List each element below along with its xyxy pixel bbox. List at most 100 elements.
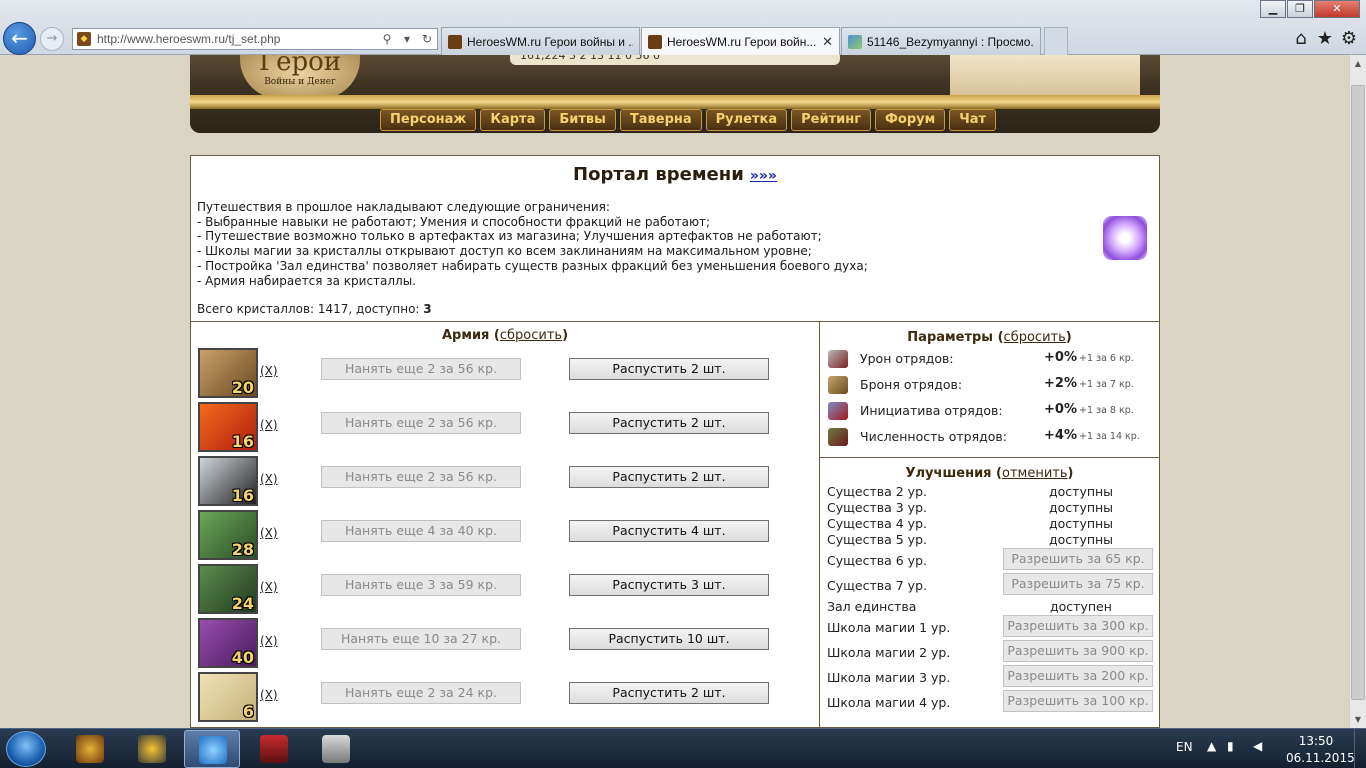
param-step: +1 за 14 кр.: [1079, 431, 1140, 442]
params-reset-link[interactable]: сбросить: [1004, 330, 1066, 345]
remove-unit-link[interactable]: (X): [260, 364, 278, 378]
page-title: Портал времени »»»: [191, 164, 1159, 185]
portal-more-link[interactable]: »»»: [750, 168, 777, 184]
allow-upgrade-button[interactable]: Разрешить за 100 кр.: [1003, 690, 1153, 712]
taskbar-app-game[interactable]: [62, 730, 118, 768]
upgrade-status: доступен: [1050, 599, 1112, 614]
allow-upgrade-button[interactable]: Разрешить за 200 кр.: [1003, 665, 1153, 687]
hire-button[interactable]: Нанять еще 2 за 56 кр.: [321, 358, 521, 380]
param-row[interactable]: Численность отрядов: +4% +1 за 14 кр.: [828, 426, 1153, 448]
forward-button[interactable]: →: [40, 27, 64, 51]
favorites-star-icon[interactable]: ★: [1314, 28, 1336, 50]
taskbar-app-ie[interactable]: [184, 730, 240, 768]
network-signal-icon[interactable]: ▮: [1227, 739, 1234, 753]
resources-bar: 161,224 3 2 13 11 0 56 0: [510, 55, 840, 65]
start-button[interactable]: [6, 731, 46, 767]
taskbar-app-calculator[interactable]: [308, 730, 364, 768]
allow-upgrade-button[interactable]: Разрешить за 300 кр.: [1003, 615, 1153, 637]
allow-upgrade-button[interactable]: Разрешить за 75 кр.: [1003, 573, 1153, 595]
nav-map[interactable]: Карта: [480, 109, 546, 131]
allow-upgrade-button[interactable]: Разрешить за 900 кр.: [1003, 640, 1153, 662]
unit-portrait: 24: [198, 564, 258, 614]
home-icon[interactable]: ⌂: [1290, 28, 1312, 50]
dropdown-arrow-icon[interactable]: ▾: [397, 32, 417, 46]
army-unit-row: 24 (X) Нанять еще 3 за 59 кр. Распустить…: [198, 564, 818, 614]
restriction-line: - Школы магии за кристаллы открывают дос…: [197, 244, 812, 259]
vertical-scrollbar[interactable]: ▲ ▼: [1349, 55, 1366, 728]
show-desktop-button[interactable]: [1354, 729, 1366, 768]
close-window-button[interactable]: ✕: [1314, 0, 1360, 18]
scroll-thumb[interactable]: [1351, 85, 1365, 700]
nav-tavern[interactable]: Таверна: [619, 109, 702, 131]
scroll-down-icon[interactable]: ▼: [1350, 711, 1366, 728]
taskbar-app-daemon[interactable]: [124, 730, 180, 768]
clock-time[interactable]: 13:50: [1286, 734, 1346, 748]
army-reset-link[interactable]: сбросить: [500, 328, 562, 343]
new-tab-button[interactable]: [1044, 27, 1068, 55]
hire-button[interactable]: Нанять еще 2 за 56 кр.: [321, 412, 521, 434]
language-indicator[interactable]: EN: [1176, 740, 1193, 754]
hire-button[interactable]: Нанять еще 10 за 27 кр.: [321, 628, 521, 650]
clock-date[interactable]: 06.11.2015: [1286, 751, 1355, 765]
param-label: Инициатива отрядов:: [860, 403, 1003, 418]
nav-character[interactable]: Персонаж: [380, 109, 477, 131]
maximize-button[interactable]: ❐: [1287, 0, 1313, 18]
param-value: +0%: [1044, 350, 1077, 365]
remove-unit-link[interactable]: (X): [260, 526, 278, 540]
internet-explorer-icon: [199, 736, 227, 764]
params-section: Параметры (сбросить) Урон отрядов: +0% +…: [820, 322, 1159, 458]
upgrade-label: Существа 4 ур.: [827, 516, 927, 531]
address-url[interactable]: http://www.heroeswm.ru/tj_set.php: [97, 32, 377, 46]
minimize-button[interactable]: ▁: [1260, 0, 1286, 18]
upgrade-label: Школа магии 1 ур.: [827, 620, 951, 635]
city-illustration: [950, 55, 1140, 95]
allow-upgrade-button[interactable]: Разрешить за 65 кр.: [1003, 548, 1153, 570]
show-hidden-icons-icon[interactable]: ▲: [1207, 739, 1216, 753]
unit-count: 16: [231, 486, 254, 505]
close-tab-icon[interactable]: ✕: [822, 34, 833, 50]
windows-taskbar: EN ▲ ▮ ◀ 13:50 06.11.2015: [0, 728, 1366, 768]
back-button[interactable]: ←: [3, 22, 36, 55]
hire-button[interactable]: Нанять еще 3 за 59 кр.: [321, 574, 521, 596]
remove-unit-link[interactable]: (X): [260, 580, 278, 594]
army-unit-row: 6 (X) Нанять еще 2 за 24 кр. Распустить …: [198, 672, 818, 722]
refresh-icon[interactable]: ↻: [417, 32, 437, 46]
nav-rating[interactable]: Рейтинг: [791, 109, 872, 131]
taskbar-app-save[interactable]: [246, 730, 302, 768]
nav-forum[interactable]: Форум: [875, 109, 946, 131]
upgrades-cancel-link[interactable]: отменить: [1002, 466, 1068, 481]
dismiss-button[interactable]: Распустить 2 шт.: [569, 466, 769, 488]
param-label: Броня отрядов:: [860, 377, 963, 392]
search-icon[interactable]: ⚲: [377, 32, 397, 46]
nav-battles[interactable]: Битвы: [549, 109, 616, 131]
unit-count: 28: [231, 540, 254, 559]
scroll-up-icon[interactable]: ▲: [1350, 55, 1366, 72]
param-row[interactable]: Инициатива отрядов: +0% +1 за 8 кр.: [828, 400, 1153, 422]
dismiss-button[interactable]: Распустить 3 шт.: [569, 574, 769, 596]
volume-speaker-icon[interactable]: ◀: [1253, 739, 1262, 753]
nav-roulette[interactable]: Рулетка: [705, 109, 788, 131]
param-row[interactable]: Броня отрядов: +2% +1 за 7 кр.: [828, 374, 1153, 396]
hire-button[interactable]: Нанять еще 2 за 56 кр.: [321, 466, 521, 488]
hire-button[interactable]: Нанять еще 2 за 24 кр.: [321, 682, 521, 704]
remove-unit-link[interactable]: (X): [260, 472, 278, 486]
dismiss-button[interactable]: Распустить 4 шт.: [569, 520, 769, 542]
hire-button[interactable]: Нанять еще 4 за 40 кр.: [321, 520, 521, 542]
tab-heroeswm-2[interactable]: HeroesWM.ru Герои войн... ✕: [641, 27, 840, 56]
dismiss-button[interactable]: Распустить 2 шт.: [569, 412, 769, 434]
nav-chat[interactable]: Чат: [949, 109, 997, 131]
tab-image-viewer[interactable]: 51146_Bezymyannyi : Просмо...: [841, 27, 1041, 55]
dismiss-button[interactable]: Распустить 10 шт.: [569, 628, 769, 650]
upgrade-status: доступны: [1049, 516, 1114, 531]
dismiss-button[interactable]: Распустить 2 шт.: [569, 358, 769, 380]
tools-gear-icon[interactable]: ⚙: [1338, 28, 1360, 50]
remove-unit-link[interactable]: (X): [260, 634, 278, 648]
param-row[interactable]: Урон отрядов: +0% +1 за 6 кр.: [828, 348, 1153, 370]
remove-unit-link[interactable]: (X): [260, 688, 278, 702]
dismiss-button[interactable]: Распустить 2 шт.: [569, 682, 769, 704]
restriction-line: - Путешествие возможно только в артефакт…: [197, 229, 822, 244]
tab-heroeswm-1[interactable]: HeroesWM.ru Герои войны и ...: [441, 27, 640, 55]
address-bar[interactable]: ◆ http://www.heroeswm.ru/tj_set.php ⚲ ▾ …: [72, 28, 438, 50]
remove-unit-link[interactable]: (X): [260, 418, 278, 432]
unit-count: 16: [231, 432, 254, 451]
